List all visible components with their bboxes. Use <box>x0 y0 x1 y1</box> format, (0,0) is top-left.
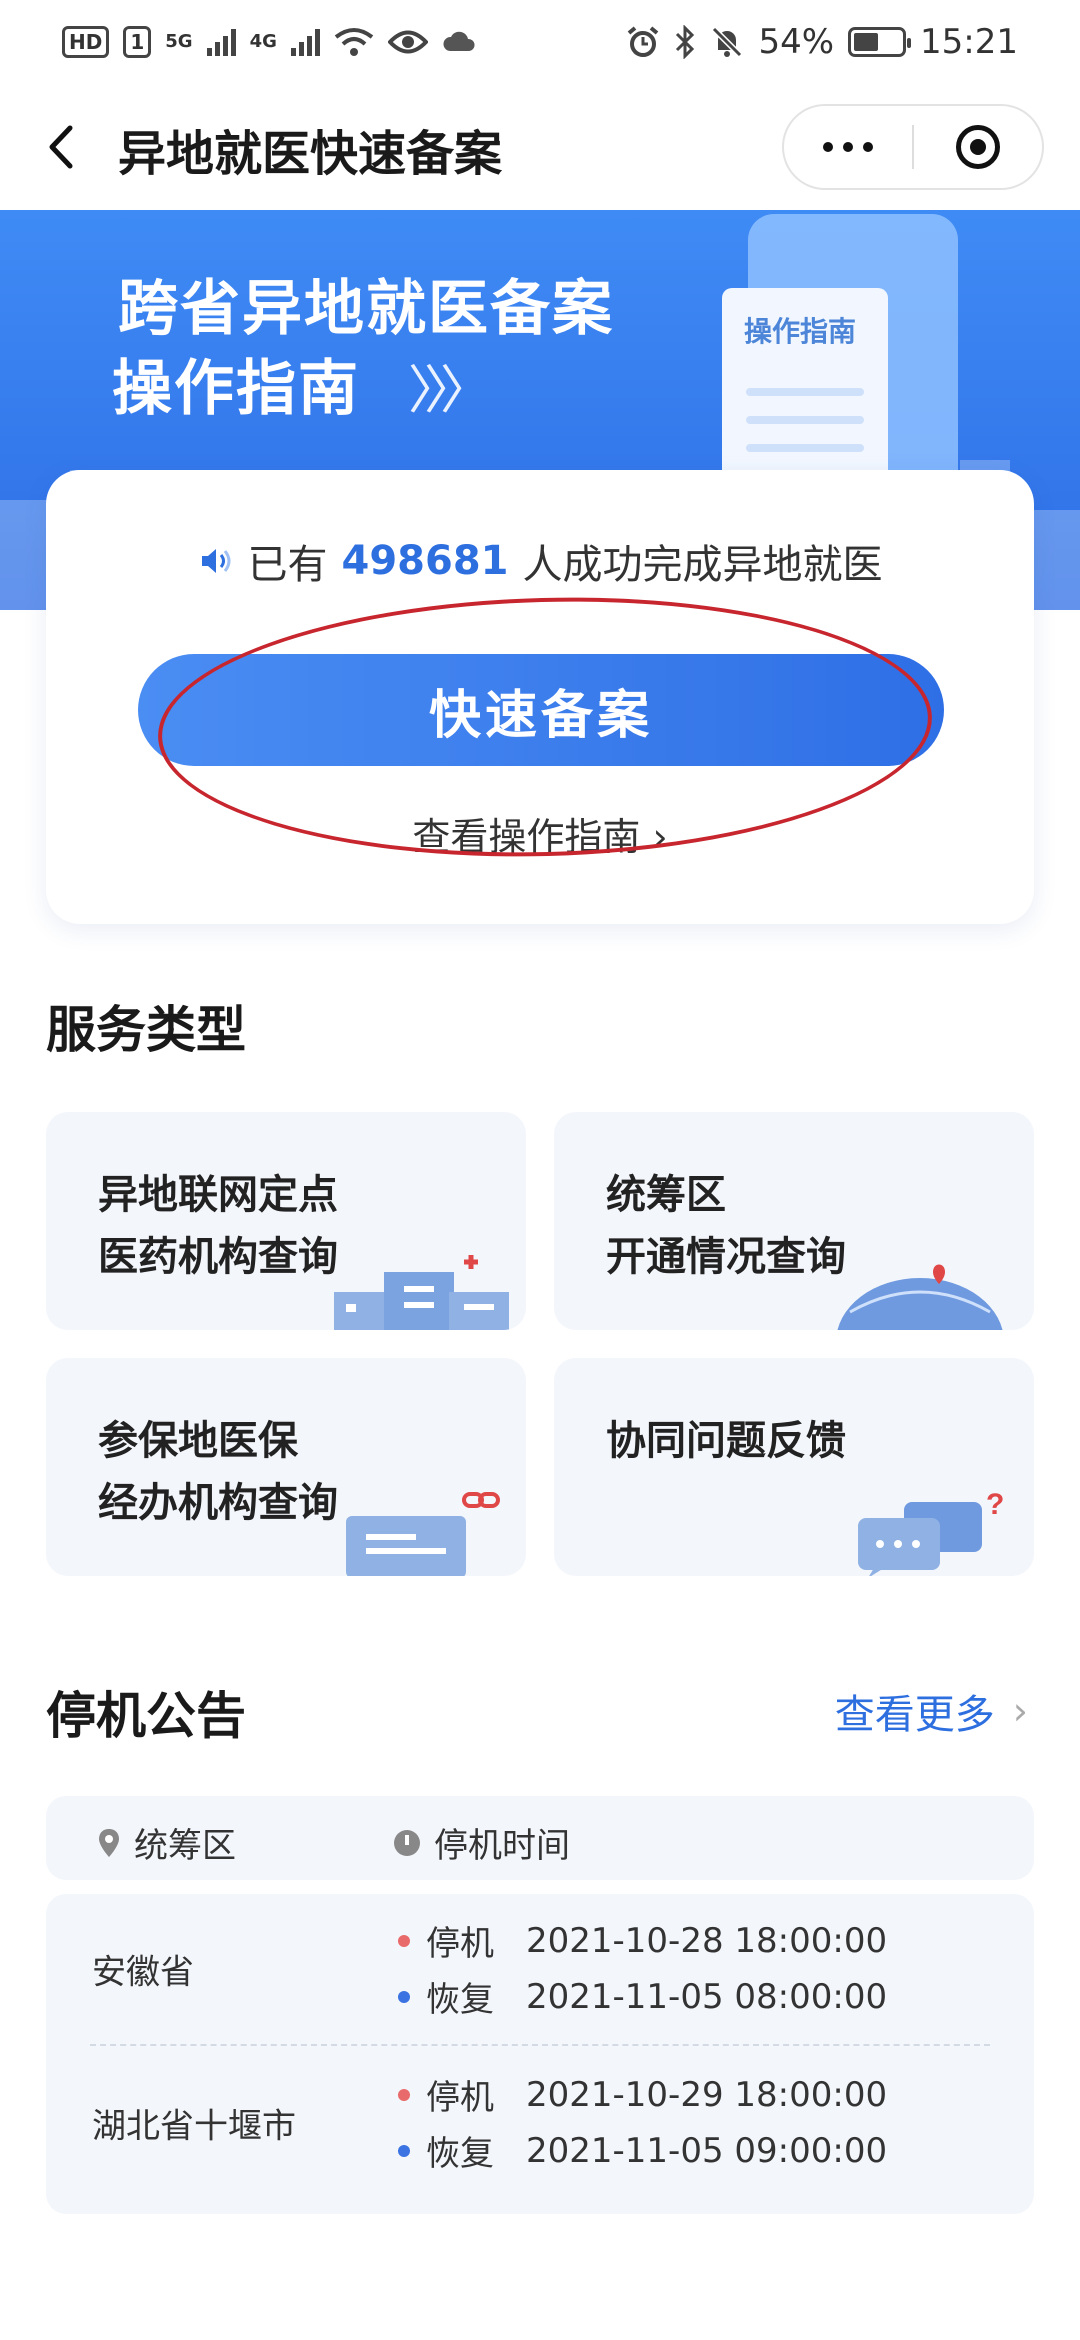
service-label-line1: 参保地医保 <box>98 1418 298 1464</box>
eye-icon <box>387 30 428 54</box>
announcement-table-header: 统筹区 停机时间 <box>46 1796 1034 1880</box>
service-label-line2: 开通情况查询 <box>606 1234 846 1280</box>
resume-time-line: 恢复 2021-11-05 09:00:00 <box>398 2126 887 2175</box>
service-card-insurance-agency[interactable]: 参保地医保 经办机构查询 <box>46 1358 526 1576</box>
resume-time: 2021-11-05 08:00:00 <box>526 1976 888 2017</box>
service-types-title: 服务类型 <box>46 1001 246 1059</box>
speaker-icon <box>201 549 230 573</box>
resume-time: 2021-11-05 09:00:00 <box>526 2130 888 2171</box>
stop-label: 停机 <box>426 1924 494 1964</box>
banner-title-line1: 跨省异地就医备案 <box>118 274 614 344</box>
status-left: HD 1 5G 4G <box>62 26 476 58</box>
cloud-icon <box>443 31 475 51</box>
close-miniprogram-button[interactable] <box>914 125 1042 169</box>
service-card-coordination-area[interactable]: 统筹区 开通情况查询 <box>554 1112 1034 1330</box>
battery-percent: 54% <box>758 22 835 62</box>
region-column-header: 统筹区 <box>98 1818 236 1867</box>
resume-time-line: 恢复 2021-11-05 08:00:00 <box>398 1972 887 2021</box>
announcement-table-body: 安徽省 停机 2021-10-28 18:00:00 恢复 2021-11-05… <box>46 1894 1034 2214</box>
service-card-feedback[interactable]: 协同问题反馈 ? <box>554 1358 1034 1576</box>
sim-badge: 1 <box>123 26 152 58</box>
stop-dot <box>398 1934 410 1947</box>
miniprogram-capsule <box>782 104 1044 190</box>
stop-time: 2021-10-28 18:00:00 <box>526 1920 888 1961</box>
stop-label: 停机 <box>426 2078 494 2118</box>
view-guide-link[interactable]: 查看操作指南 › <box>46 806 1034 861</box>
region-column-label: 统筹区 <box>134 1826 236 1866</box>
service-label-line1: 异地联网定点 <box>98 1172 338 1218</box>
mute-bell-icon <box>712 26 743 58</box>
service-card-label: 统筹区 开通情况查询 <box>606 1164 846 1288</box>
alarm-icon <box>628 26 659 57</box>
row-divider <box>90 2044 990 2046</box>
status-bar: HD 1 5G 4G 54% 15:21 <box>0 0 1080 84</box>
notice-prefix: 已有 <box>247 542 328 588</box>
more-options-button[interactable] <box>784 142 912 152</box>
chevron-right-icon: › <box>1012 1689 1028 1733</box>
stop-time: 2021-10-29 18:00:00 <box>526 2074 888 2115</box>
service-label-line2: 经办机构查询 <box>98 1480 338 1526</box>
quick-filing-button[interactable]: 快速备案 <box>138 654 944 766</box>
clock-icon <box>394 1829 420 1856</box>
banner-title-line2: 操作指南 <box>112 354 360 424</box>
view-more-link[interactable]: 查看更多 › <box>835 1682 1028 1740</box>
notice-suffix: 人成功完成异地就医 <box>522 542 883 588</box>
status-right: 54% 15:21 <box>626 22 1018 62</box>
clock-time: 15:21 <box>920 22 1018 62</box>
globe-pin-icon <box>837 1264 1003 1330</box>
announcement-title: 停机公告 <box>46 1687 246 1745</box>
resume-label: 恢复 <box>426 2134 494 2174</box>
row-region: 安徽省 <box>92 1952 194 1993</box>
svg-text:?: ? <box>986 1488 1004 1521</box>
resume-dot <box>398 1990 410 2003</box>
network-4g-label: 4G <box>249 31 277 52</box>
filing-card: 已有 498681 人成功完成异地就医 快速备案 查看操作指南 › <box>46 470 1034 924</box>
time-column-header: 停机时间 <box>394 1818 570 1867</box>
success-count: 498681 <box>341 538 509 584</box>
banner-arrows-icon: 〉〉〉 <box>408 361 492 421</box>
signal-icon <box>206 28 236 56</box>
wifi-icon <box>334 28 374 56</box>
location-pin-icon <box>99 1828 119 1857</box>
hd-badge: HD <box>62 26 110 58</box>
service-card-label: 异地联网定点 医药机构查询 <box>98 1164 338 1288</box>
card-link-icon <box>346 1492 500 1576</box>
hospital-icon <box>334 1255 509 1330</box>
stop-time-line: 停机 2021-10-29 18:00:00 <box>398 2070 887 2119</box>
service-label-line1: 协同问题反馈 <box>606 1418 846 1464</box>
target-icon <box>955 125 1000 169</box>
signal-icon-2 <box>290 28 320 56</box>
row-region: 湖北省十堰市 <box>92 2106 296 2147</box>
service-label-line1: 统筹区 <box>606 1172 726 1218</box>
doc-label: 操作指南 <box>744 315 857 348</box>
service-card-label: 协同问题反馈 <box>606 1410 846 1472</box>
battery-icon <box>848 27 912 57</box>
bluetooth-icon <box>676 25 695 59</box>
resume-label: 恢复 <box>426 1980 494 2020</box>
service-label-line2: 医药机构查询 <box>98 1234 338 1280</box>
service-card-label: 参保地医保 经办机构查询 <box>98 1410 338 1534</box>
back-arrow-icon[interactable] <box>42 122 82 172</box>
view-more-label: 查看更多 <box>834 1692 995 1738</box>
nav-header: 异地就医快速备案 <box>0 84 1080 210</box>
stop-dot <box>398 2088 410 2101</box>
resume-dot <box>398 2144 410 2157</box>
table-row: 安徽省 停机 2021-10-28 18:00:00 恢复 2021-11-05… <box>46 1894 1034 2044</box>
chat-question-icon: ? <box>858 1488 1004 1576</box>
network-5g-label: 5G <box>165 31 193 52</box>
stop-time-line: 停机 2021-10-28 18:00:00 <box>398 1916 887 1965</box>
success-count-notice: 已有 498681 人成功完成异地就医 <box>46 532 1034 590</box>
table-row: 湖北省十堰市 停机 2021-10-29 18:00:00 恢复 2021-11… <box>46 2048 1034 2198</box>
page-title: 异地就医快速备案 <box>118 126 503 182</box>
time-column-label: 停机时间 <box>434 1826 570 1866</box>
service-card-designated-institutions[interactable]: 异地联网定点 医药机构查询 <box>46 1112 526 1330</box>
